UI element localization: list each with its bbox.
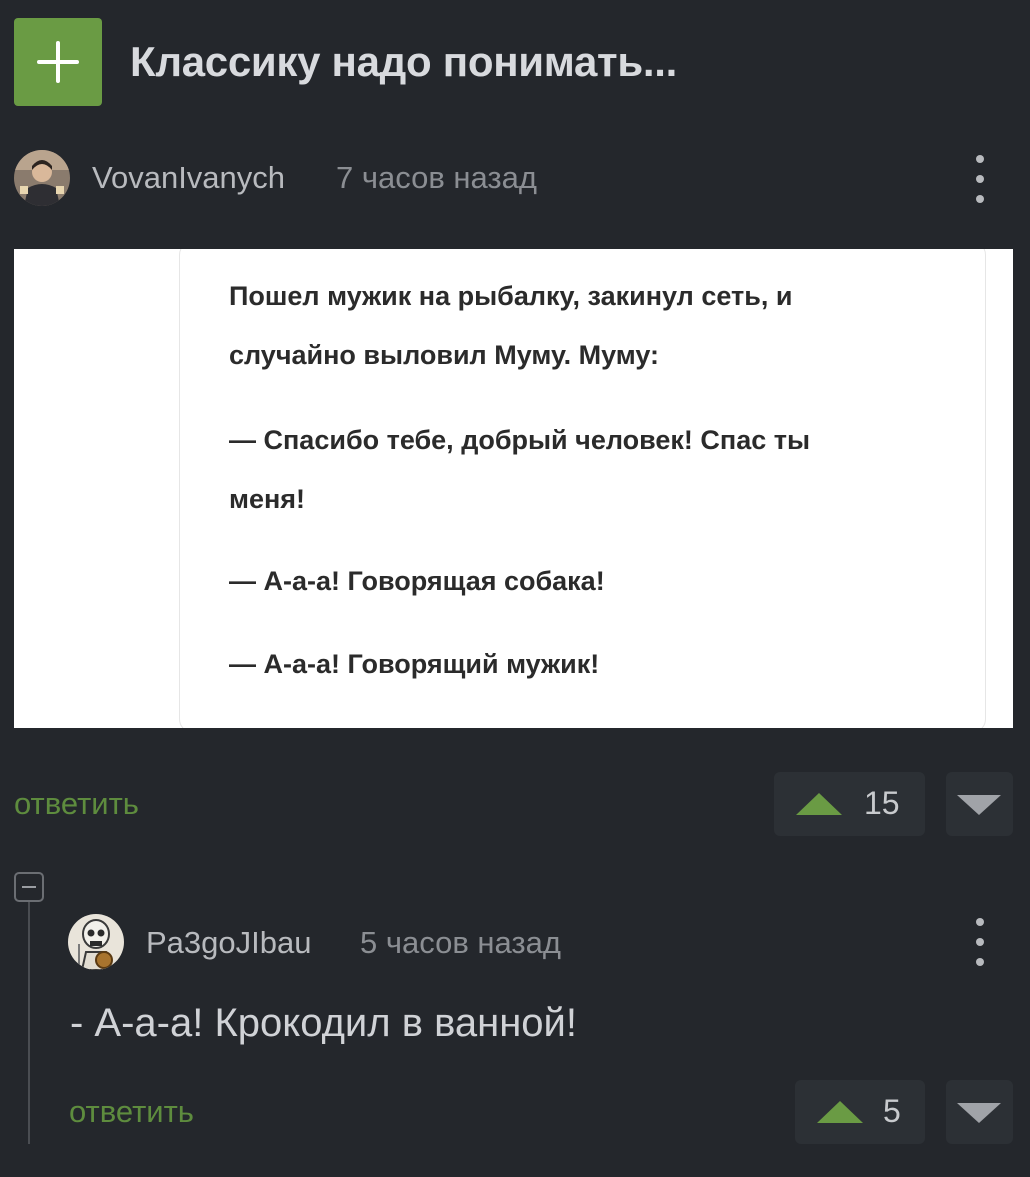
user-avatar-icon <box>14 150 70 206</box>
comment-text: - А-а-а! Крокодил в ванной! <box>70 1001 578 1045</box>
thread-line[interactable] <box>28 902 30 1144</box>
vote-count: 5 <box>883 1093 901 1129</box>
downvote-button[interactable] <box>946 772 1013 836</box>
triangle-up-icon <box>817 1101 863 1123</box>
image-text-line: случайно выловил Муму. Муму: <box>229 340 660 370</box>
comment-image[interactable]: Пошел мужик на рыбалку, закинул сеть, и … <box>14 249 1013 728</box>
more-options-icon[interactable] <box>968 155 992 203</box>
upvote-button[interactable]: 15 <box>774 772 925 836</box>
vote-count: 15 <box>864 785 900 821</box>
upvote-button[interactable]: 5 <box>795 1080 925 1144</box>
reply-link[interactable]: ответить <box>69 1094 194 1130</box>
image-text-line: — Спасибо тебе, добрый человек! Спас ты <box>229 425 811 455</box>
downvote-button[interactable] <box>946 1080 1013 1144</box>
comment-author[interactable]: Pa3goJIbau <box>146 925 311 961</box>
triangle-down-icon <box>957 795 1001 815</box>
image-text-line: меня! <box>229 484 306 514</box>
post-title: Классику надо понимать... <box>130 38 677 85</box>
triangle-up-icon <box>796 793 842 815</box>
image-text-line: — А-а-а! Говорящий мужик! <box>229 649 600 679</box>
skeleton-avatar-icon <box>68 914 124 970</box>
collapse-thread-icon[interactable] <box>14 872 44 902</box>
comment-timestamp[interactable]: 7 часов назад <box>336 160 537 196</box>
more-options-icon[interactable] <box>968 918 992 966</box>
comment-author[interactable]: VovanIvanych <box>92 160 285 196</box>
add-post-button[interactable] <box>14 18 102 106</box>
plus-icon <box>37 41 79 83</box>
image-text-line: Пошел мужик на рыбалку, закинул сеть, и <box>229 281 793 311</box>
comment-timestamp[interactable]: 5 часов назад <box>360 925 561 961</box>
avatar[interactable] <box>14 150 70 206</box>
avatar[interactable] <box>68 914 124 970</box>
reply-link[interactable]: ответить <box>14 786 139 822</box>
image-text-line: — А-а-а! Говорящая собака! <box>229 566 605 596</box>
triangle-down-icon <box>957 1103 1001 1123</box>
